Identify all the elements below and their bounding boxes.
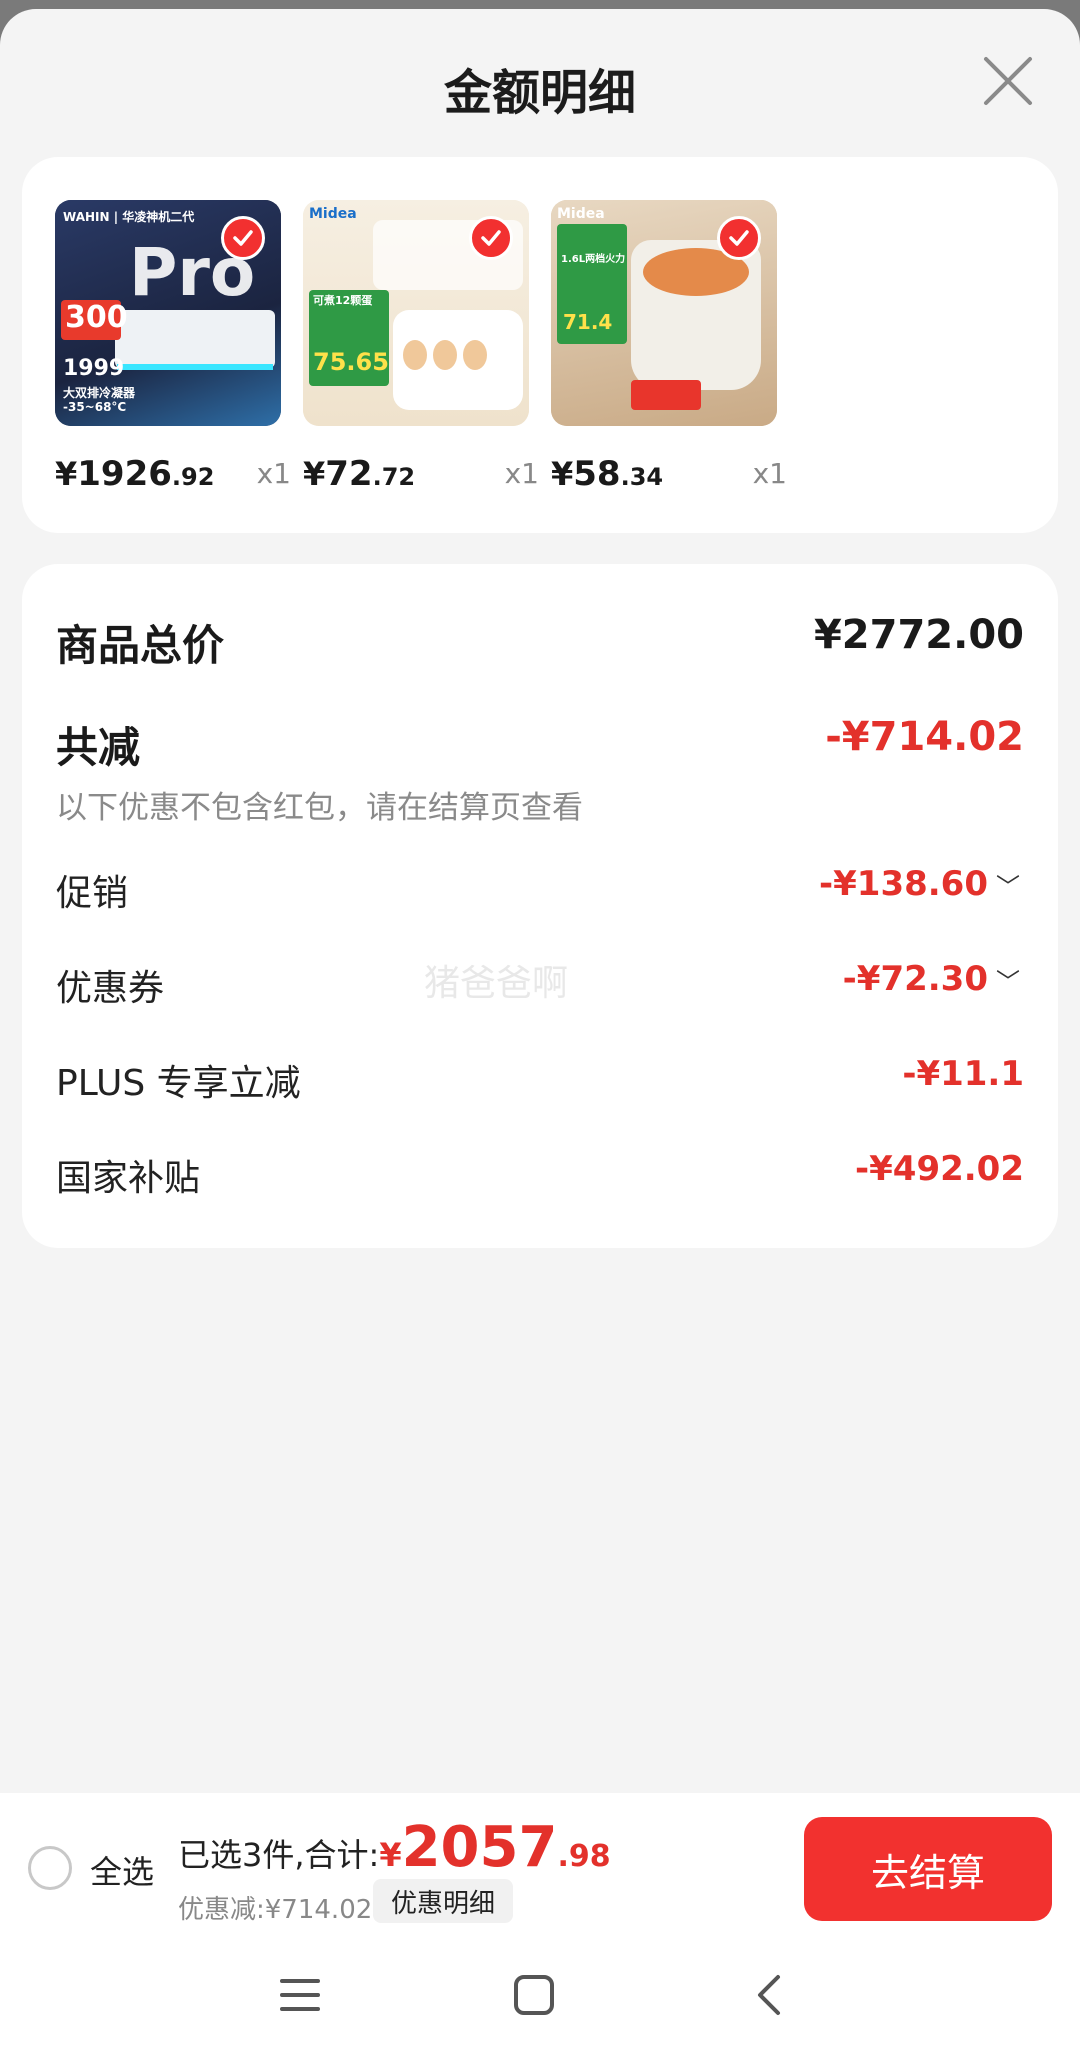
promotion-label: 促销	[56, 873, 129, 914]
subsidy-label: 国家补贴	[56, 1158, 201, 1199]
product-item[interactable]: Midea 1.6L两档火力 71.4 ¥58.34 x1	[551, 200, 787, 494]
amount-detail-sheet: 金额明细 WAHIN | 华凌神机二代 Pro 300 1999 大双排冷凝器 …	[0, 9, 1080, 2059]
promotion-row[interactable]: 促销 -¥138.60 ﹀	[56, 864, 1024, 914]
product-price: ¥72.72	[303, 454, 415, 494]
total-integer: 2057	[401, 1815, 558, 1880]
product-price: ¥58.34	[551, 454, 663, 494]
discount-note: 以下优惠不包含红包，请在结算页查看	[56, 790, 583, 826]
total-price-value: ¥2772.00	[813, 612, 1024, 658]
price-decimal: .92	[171, 463, 215, 491]
close-button[interactable]	[980, 53, 1036, 109]
selected-check-icon	[717, 216, 761, 260]
price-currency: ¥	[55, 455, 78, 493]
product-thumbnail[interactable]: Midea 可煮12颗蛋 75.65	[303, 200, 529, 426]
subsidy-row: 国家补贴 -¥492.02	[56, 1149, 1024, 1199]
close-icon	[984, 57, 1032, 105]
select-all-checkbox[interactable]	[28, 1846, 72, 1890]
page-title: 金额明细	[443, 65, 636, 121]
select-all-label[interactable]: 全选	[90, 1847, 154, 1893]
total-reduction-row: 共减 -¥714.02	[56, 714, 1024, 772]
thumb-sub-text: 1.6L两档火力	[561, 254, 626, 265]
checkout-bar: 全选 已选3件,合计:¥2057.98 优惠减:¥714.02 优惠明细 去结算	[0, 1793, 1080, 1935]
price-integer: 1926	[77, 454, 172, 494]
total-reduction-value: -¥714.02	[825, 714, 1024, 760]
thumb-temp-text: -35~68°C	[63, 400, 127, 414]
price-integer: 72	[325, 454, 373, 494]
thumb-sub-text: 大双排冷凝器	[63, 386, 136, 400]
price-summary-card: 商品总价 ¥2772.00 共减 -¥714.02 以下优惠不包含红包，请在结算…	[22, 564, 1058, 1248]
coupon-label: 优惠券	[56, 968, 165, 1009]
thumb-price-text: 71.4	[563, 310, 613, 334]
product-item[interactable]: WAHIN | 华凌神机二代 Pro 300 1999 大双排冷凝器 -35~6…	[55, 200, 291, 494]
subsidy-value: -¥492.02	[855, 1149, 1024, 1189]
thumb-brand-text: Midea	[309, 206, 357, 222]
checkout-button[interactable]: 去结算	[804, 1817, 1052, 1921]
promotion-value[interactable]: -¥138.60 ﹀	[819, 864, 1020, 904]
product-thumbnail[interactable]: WAHIN | 华凌神机二代 Pro 300 1999 大双排冷凝器 -35~6…	[55, 200, 281, 426]
product-item[interactable]: Midea 可煮12颗蛋 75.65 ¥72.72 x1	[303, 200, 539, 494]
chevron-down-icon[interactable]: ﹀	[996, 962, 1020, 997]
plus-discount-label: PLUS 专享立减	[56, 1063, 301, 1104]
coupon-amount: -¥72.30	[842, 959, 988, 999]
product-quantity: x1	[752, 457, 787, 490]
product-quantity: x1	[256, 457, 291, 490]
total-price-label: 商品总价	[56, 621, 225, 670]
back-icon[interactable]	[746, 1971, 794, 2019]
product-quantity: x1	[504, 457, 539, 490]
total-reduction-label: 共减	[56, 723, 141, 772]
selected-total: 已选3件,合计:¥2057.98	[178, 1815, 611, 1880]
total-decimal: .98	[557, 1839, 611, 1874]
thumb-price-text: 75.65	[313, 348, 389, 376]
product-price-row: ¥72.72 x1	[303, 450, 539, 494]
discount-detail-button[interactable]: 优惠明细	[373, 1879, 513, 1923]
price-integer: 58	[573, 454, 621, 494]
promotion-amount: -¥138.60	[819, 864, 988, 904]
product-price: ¥1926.92	[55, 454, 214, 494]
thumb-sub-text: 可煮12颗蛋	[313, 294, 373, 307]
system-nav-bar	[0, 1935, 1080, 2059]
product-thumbnail[interactable]: Midea 1.6L两档火力 71.4	[551, 200, 777, 426]
thumb-brand-text: Midea	[557, 206, 605, 222]
discount-summary: 优惠减:¥714.02	[178, 1895, 373, 1925]
chevron-down-icon[interactable]: ﹀	[996, 867, 1020, 902]
thumb-price-text: 1999	[63, 356, 125, 381]
price-currency: ¥	[551, 455, 574, 493]
thumb-brand-text: WAHIN | 华凌神机二代	[63, 210, 195, 224]
menu-icon[interactable]	[276, 1971, 324, 2019]
product-price-row: ¥1926.92 x1	[55, 450, 291, 494]
total-price-row: 商品总价 ¥2772.00	[56, 612, 1024, 670]
product-price-row: ¥58.34 x1	[551, 450, 787, 494]
selected-check-icon	[221, 216, 265, 260]
selected-count-label: 已选3件,合计:	[178, 1836, 380, 1874]
price-decimal: .72	[372, 463, 416, 491]
coupon-value[interactable]: -¥72.30 ﹀	[843, 959, 1020, 999]
thumb-badge-text: 300	[65, 300, 128, 335]
plus-discount-value: -¥11.1	[902, 1054, 1024, 1094]
price-currency: ¥	[303, 455, 326, 493]
products-card: WAHIN | 华凌神机二代 Pro 300 1999 大双排冷凝器 -35~6…	[22, 157, 1058, 533]
plus-discount-row: PLUS 专享立减 -¥11.1	[56, 1054, 1024, 1104]
total-currency: ¥	[379, 1836, 402, 1874]
watermark-text: 猪爸爸啊	[424, 963, 569, 1004]
selected-check-icon	[469, 216, 513, 260]
home-icon[interactable]	[510, 1971, 558, 2019]
price-decimal: .34	[620, 463, 664, 491]
